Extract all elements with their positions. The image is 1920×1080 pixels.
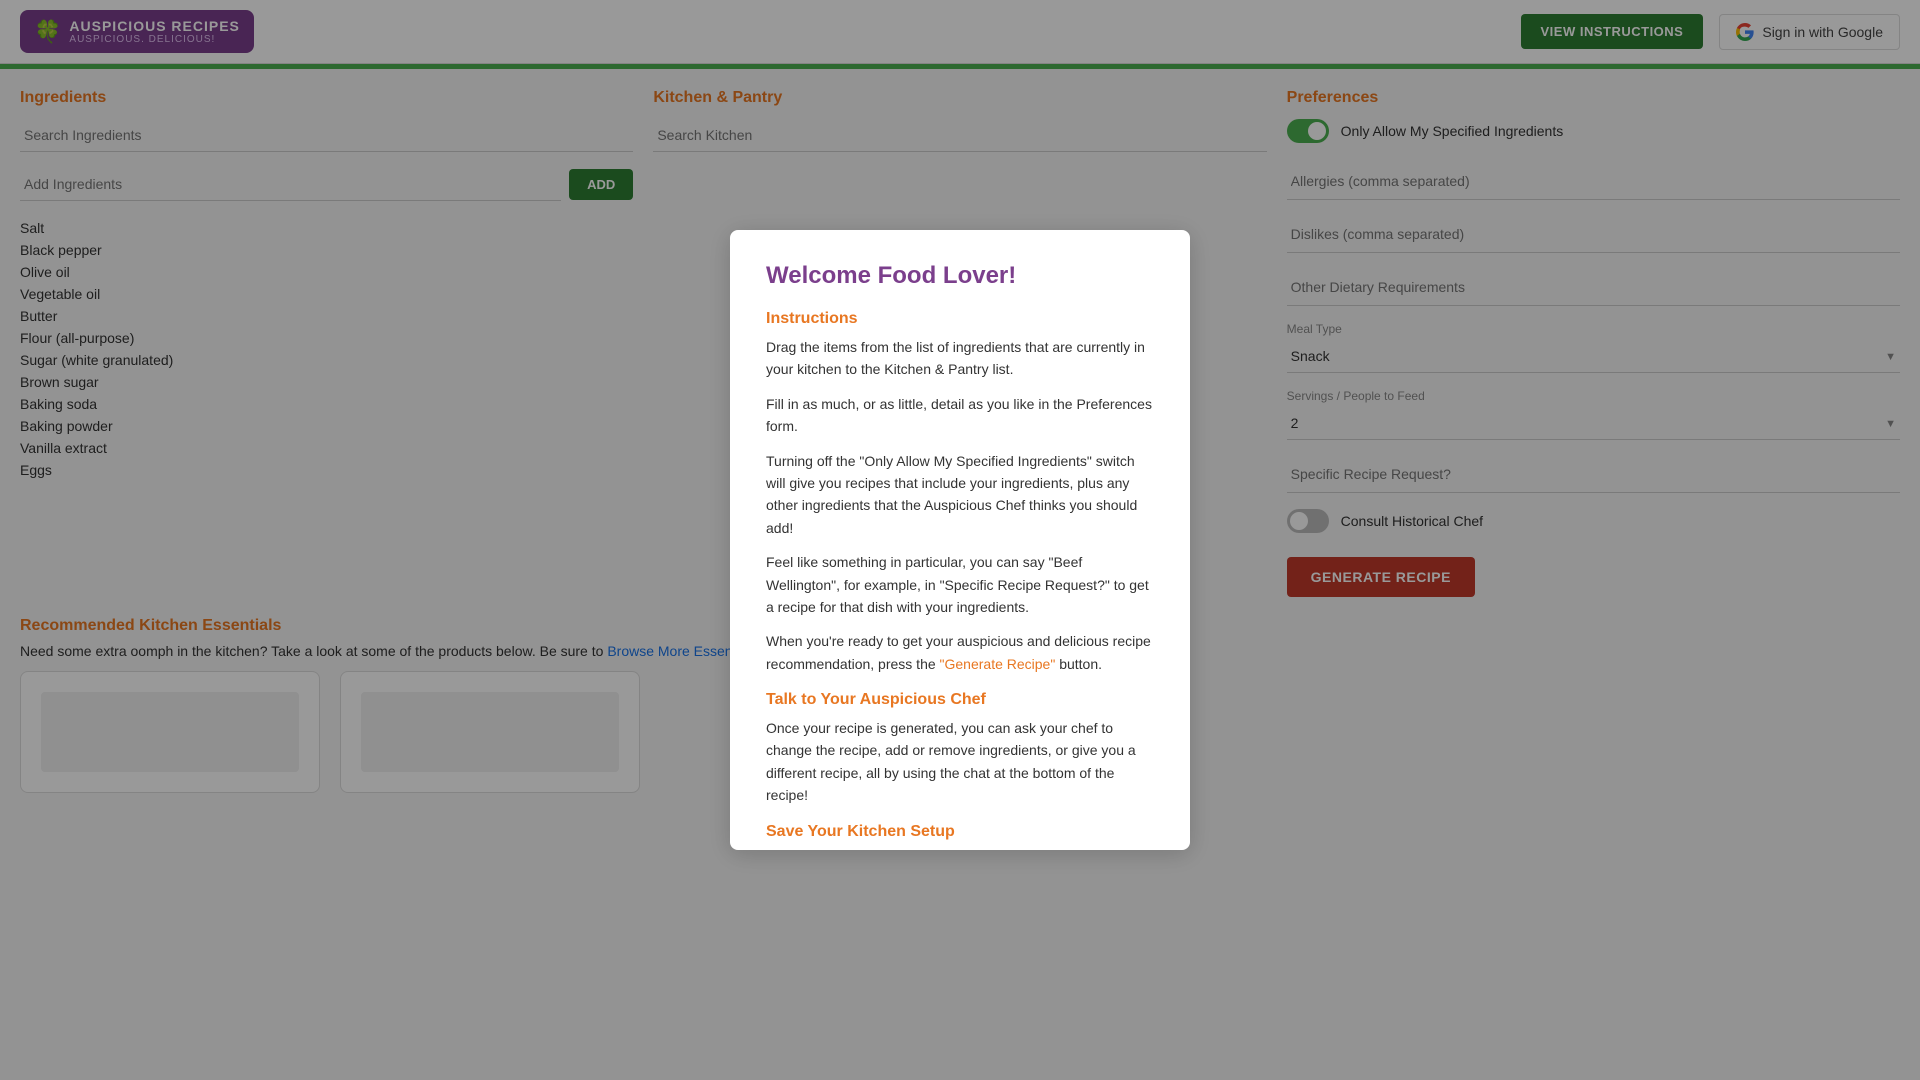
modal-save-body: Sign in with Google to save your custom …: [766, 849, 1154, 850]
modal-body: Instructions Drag the items from the lis…: [766, 310, 1154, 850]
modal-instructions-4: Feel like something in particular, you c…: [766, 551, 1154, 618]
modal-instructions-1: Drag the items from the list of ingredie…: [766, 336, 1154, 381]
modal-instructions-2: Fill in as much, or as little, detail as…: [766, 393, 1154, 438]
modal-talk-title: Talk to Your Auspicious Chef: [766, 691, 1154, 709]
modal-talk-body: Once your recipe is generated, you can a…: [766, 717, 1154, 807]
modal-instr5-highlight: "Generate Recipe": [940, 656, 1056, 672]
modal-instructions-title: Instructions: [766, 310, 1154, 328]
modal-instructions-3: Turning off the "Only Allow My Specified…: [766, 450, 1154, 540]
modal-overlay[interactable]: Welcome Food Lover! Instructions Drag th…: [0, 0, 1920, 1080]
modal-instr5-after: button.: [1055, 656, 1102, 672]
modal-title: Welcome Food Lover!: [766, 262, 1154, 290]
modal-save-title: Save Your Kitchen Setup: [766, 823, 1154, 841]
modal: Welcome Food Lover! Instructions Drag th…: [730, 230, 1190, 850]
modal-instructions-5: When you're ready to get your auspicious…: [766, 630, 1154, 675]
